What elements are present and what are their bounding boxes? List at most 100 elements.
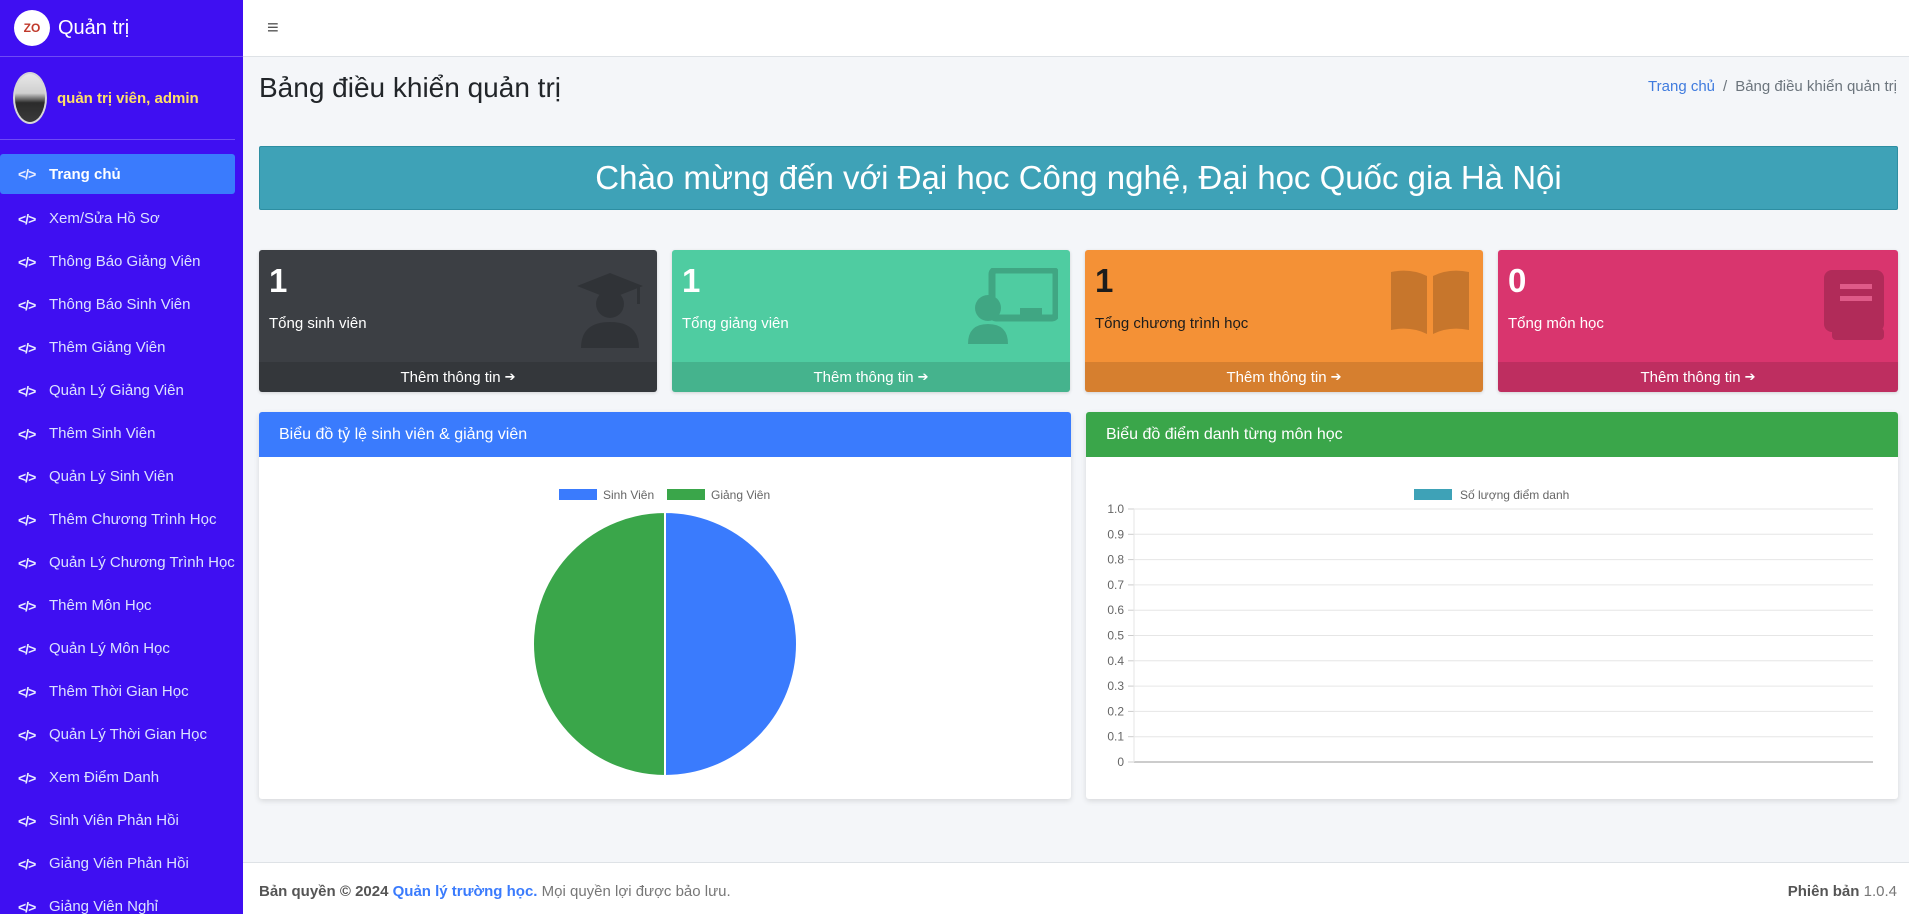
pie-chart-card: Biểu đồ tỷ lệ sinh viên & giảng viên Sin… — [259, 412, 1071, 799]
version-number: 1.0.4 — [1863, 883, 1897, 900]
code-icon: </> — [18, 554, 36, 571]
copyright-prefix: Bản quyền © 2024 — [259, 883, 389, 900]
rights-text: Mọi quyền lợi được bảo lưu. — [541, 883, 731, 900]
sidebar-item[interactable]: </> Thông Báo Giảng Viên — [0, 240, 235, 283]
y-tick-label: 0.3 — [1107, 679, 1124, 693]
avatar — [13, 72, 47, 124]
arrow-circle-right-icon: ➔ — [504, 369, 516, 384]
legend-label: Số lượng điểm danh — [1460, 488, 1569, 502]
legend-swatch — [1414, 489, 1452, 500]
breadcrumb-separator: / — [1723, 78, 1728, 95]
user-panel[interactable]: quản trị viên, admin — [0, 57, 235, 140]
pie-slice[interactable] — [664, 510, 798, 778]
sidebar-item-label: Giảng Viên Phản Hồi — [49, 855, 189, 872]
book-icon — [1822, 268, 1886, 359]
sidebar-nav: </> Trang chủ </> Xem/Sửa Hồ Sơ </> Thông Báo… — [0, 154, 243, 914]
breadcrumb-current: Bảng điều khiển quản trị — [1735, 78, 1897, 95]
code-icon: </> — [18, 812, 36, 829]
sidebar-item[interactable]: </> Thêm Giảng Viên — [0, 326, 235, 369]
code-icon: </> — [18, 683, 36, 700]
sidebar-item[interactable]: </> Quản Lý Chương Trình Học — [0, 541, 235, 584]
org-link[interactable]: Quản lý trường học. — [393, 883, 538, 900]
more-info-link[interactable]: Thêm thông tin ➔ — [1498, 362, 1898, 392]
more-info-label: Thêm thông tin — [1640, 368, 1741, 386]
y-tick-label: 0.8 — [1107, 553, 1124, 567]
sidebar-item[interactable]: </> Thêm Sinh Viên — [0, 412, 235, 455]
brand[interactable]: ZO Quản trị — [0, 0, 243, 57]
y-tick-label: 0.6 — [1107, 603, 1124, 617]
pie-chart-title: Biểu đồ tỷ lệ sinh viên & giảng viên — [259, 412, 1071, 457]
sidebar-item[interactable]: </> Thông Báo Sinh Viên — [0, 283, 235, 326]
more-info-link[interactable]: Thêm thông tin ➔ — [1085, 362, 1483, 392]
brand-logo: ZO — [14, 10, 50, 46]
bar-chart-card: Biểu đồ điểm danh từng môn học Số lượng … — [1086, 412, 1898, 799]
book-open-icon — [1389, 268, 1471, 353]
legend-swatch — [559, 489, 597, 500]
page-title: Bảng điều khiển quản trị — [259, 72, 561, 103]
arrow-circle-right-icon: ➔ — [1330, 369, 1342, 384]
stat-box-students: 1 Tổng sinh viên Thêm thông tin ➔ — [259, 250, 657, 392]
sidebar-item[interactable]: </> Quản Lý Môn Học — [0, 627, 235, 670]
y-tick-label: 0.5 — [1107, 629, 1124, 643]
code-icon: </> — [18, 769, 36, 786]
sidebar-item[interactable]: </> Sinh Viên Phản Hồi — [0, 799, 235, 842]
stat-value: 1 — [1095, 262, 1114, 299]
version-label: Phiên bản — [1787, 883, 1860, 900]
sidebar-item[interactable]: </> Quản Lý Thời Gian Học — [0, 713, 235, 756]
y-tick-label: 0.7 — [1107, 578, 1124, 592]
y-tick-label: 0.2 — [1107, 704, 1124, 718]
menu-toggle-icon[interactable]: ≡ — [267, 17, 279, 40]
more-info-link[interactable]: Thêm thông tin ➔ — [259, 362, 657, 392]
graduate-icon — [575, 268, 645, 365]
version: Phiên bản 1.0.4 — [1788, 883, 1897, 900]
stat-label: Tổng giảng viên — [682, 315, 789, 332]
teacher-icon — [968, 266, 1060, 361]
copyright: Bản quyền © 2024 Quản lý trường học. Mọi… — [259, 883, 731, 900]
sidebar-item-label: Sinh Viên Phản Hồi — [49, 812, 179, 829]
legend-label: Sinh Viên — [603, 488, 654, 502]
sidebar-item-label: Thêm Giảng Viên — [49, 339, 166, 356]
stat-box-subjects: 0 Tổng môn học Thêm thông tin ➔ — [1498, 250, 1898, 392]
y-tick-label: 0.4 — [1107, 654, 1124, 668]
bar-chart-title: Biểu đồ điểm danh từng môn học — [1086, 412, 1898, 457]
code-icon: </> — [18, 210, 36, 227]
sidebar-item-label: Giảng Viên Nghỉ — [49, 898, 158, 914]
breadcrumb-home-link[interactable]: Trang chủ — [1648, 78, 1715, 95]
pie-chart[interactable]: Sinh Viên Giảng Viên — [259, 457, 1071, 799]
legend-label: Giảng Viên — [711, 488, 770, 502]
more-info-label: Thêm thông tin — [813, 368, 914, 386]
sidebar-item[interactable]: </> Xem Điểm Danh — [0, 756, 235, 799]
page-footer: Bản quyền © 2024 Quản lý trường học. Mọi… — [243, 862, 1909, 914]
more-info-label: Thêm thông tin — [400, 368, 501, 386]
arrow-circle-right-icon: ➔ — [917, 369, 929, 384]
pie-slice[interactable] — [532, 510, 666, 778]
stat-label: Tổng môn học — [1508, 315, 1604, 332]
sidebar-item[interactable]: </> Trang chủ — [0, 154, 235, 194]
sidebar-item[interactable]: </> Quản Lý Sinh Viên — [0, 455, 235, 498]
user-name[interactable]: quản trị viên, admin — [57, 90, 199, 107]
sidebar-item[interactable]: </> Quản Lý Giảng Viên — [0, 369, 235, 412]
legend-swatch — [667, 489, 705, 500]
code-icon: </> — [18, 511, 36, 528]
more-info-link[interactable]: Thêm thông tin ➔ — [672, 362, 1070, 392]
sidebar-item[interactable]: </> Giảng Viên Nghỉ — [0, 885, 235, 914]
more-info-label: Thêm thông tin — [1226, 368, 1327, 386]
sidebar-item[interactable]: </> Thêm Thời Gian Học — [0, 670, 235, 713]
code-icon: </> — [18, 726, 36, 743]
bar-chart[interactable]: Số lượng điểm danh 0 0.1 0.2 0.3 0.4 0.5 0.6 0.7… — [1086, 457, 1898, 799]
stat-value: 1 — [269, 262, 288, 299]
top-navbar: ≡ — [243, 0, 1909, 57]
sidebar-item-label: Quản Lý Sinh Viên — [49, 468, 174, 485]
code-icon: </> — [18, 425, 36, 442]
sidebar-item[interactable]: </> Giảng Viên Phản Hồi — [0, 842, 235, 885]
stat-box-teachers: 1 Tổng giảng viên Thêm thông tin ➔ — [672, 250, 1070, 392]
code-icon: </> — [18, 855, 36, 872]
code-icon: </> — [18, 898, 36, 914]
sidebar-item-label: Xem/Sửa Hồ Sơ — [49, 210, 160, 227]
sidebar-item[interactable]: </> Thêm Chương Trình Học — [0, 498, 235, 541]
sidebar-item[interactable]: </> Xem/Sửa Hồ Sơ — [0, 197, 235, 240]
arrow-circle-right-icon: ➔ — [1744, 369, 1756, 384]
code-icon: </> — [18, 296, 36, 313]
y-tick-label: 1.0 — [1107, 502, 1124, 516]
sidebar-item[interactable]: </> Thêm Môn Học — [0, 584, 235, 627]
